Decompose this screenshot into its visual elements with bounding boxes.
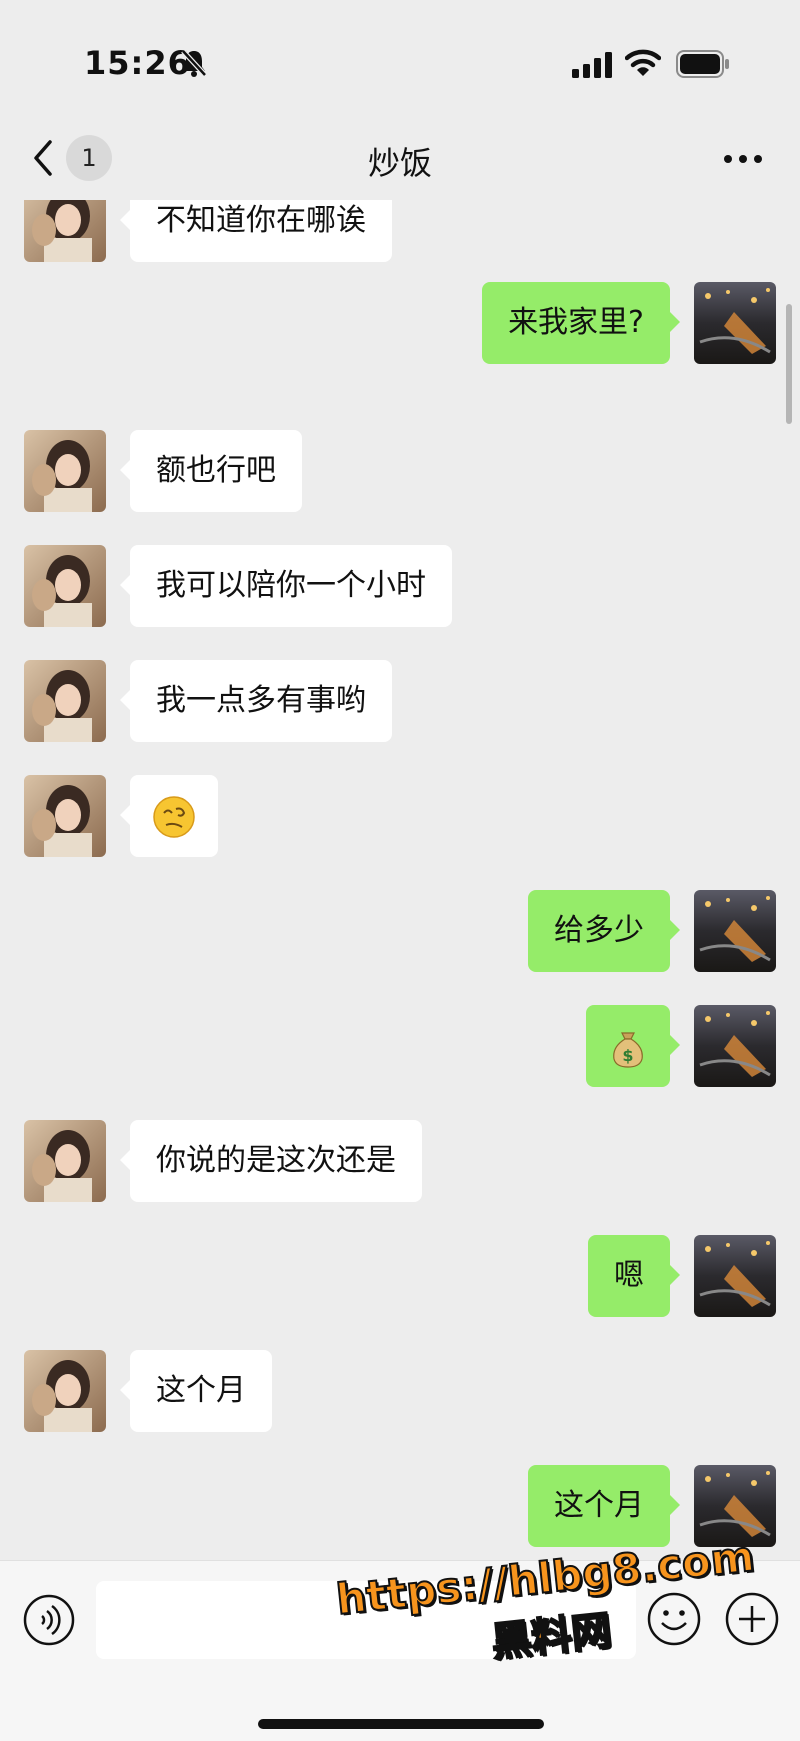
message-row: 你说的是这次还是	[0, 1120, 800, 1202]
more-icon[interactable]	[720, 144, 766, 174]
chat-message-list[interactable]: 不知道你在哪诶 来我家里? 额也行吧 我可以陪你一个小时 我一点多有事哟 给多少…	[0, 200, 800, 1560]
message-row: 我一点多有事哟	[0, 660, 800, 742]
status-time: 15:26	[84, 44, 191, 82]
dizzy-face-emoji	[153, 795, 195, 838]
nav-bar: 1 炒饭	[0, 120, 800, 200]
message-row: 额也行吧	[0, 430, 800, 512]
battery-icon	[676, 50, 729, 78]
message-bubble[interactable]: 我一点多有事哟	[120, 660, 392, 742]
message-row: 给多少	[0, 890, 800, 972]
message-bubble[interactable]: 我可以陪你一个小时	[120, 545, 452, 627]
contact-avatar[interactable]	[24, 1350, 106, 1432]
contact-avatar[interactable]	[24, 200, 106, 262]
message-bubble[interactable]: 这个月	[528, 1465, 680, 1547]
contact-avatar[interactable]	[24, 1120, 106, 1202]
message-row: $	[0, 1005, 800, 1087]
message-row: 来我家里?	[0, 282, 800, 364]
message-bubble[interactable]: 来我家里?	[482, 282, 680, 364]
message-row: 嗯	[0, 1235, 800, 1317]
message-row: 我可以陪你一个小时	[0, 545, 800, 627]
message-bubble[interactable]: 你说的是这次还是	[120, 1120, 422, 1202]
contact-avatar[interactable]	[24, 545, 106, 627]
my-avatar[interactable]	[694, 1005, 776, 1087]
message-bubble[interactable]: 这个月	[120, 1350, 272, 1432]
message-bubble[interactable]	[120, 775, 218, 857]
message-row: 不知道你在哪诶	[0, 200, 800, 262]
message-row	[0, 775, 800, 857]
contact-avatar[interactable]	[24, 775, 106, 857]
bell-slash-icon	[181, 49, 207, 77]
svg-text:$: $	[622, 1046, 633, 1065]
my-avatar[interactable]	[694, 890, 776, 972]
my-avatar[interactable]	[694, 1235, 776, 1317]
contact-avatar[interactable]	[24, 660, 106, 742]
home-indicator	[258, 1719, 544, 1729]
message-bubble[interactable]: 给多少	[528, 890, 680, 972]
wifi-icon	[625, 49, 661, 76]
my-avatar[interactable]	[694, 282, 776, 364]
money-bag-emoji: $	[613, 1031, 643, 1068]
message-bubble[interactable]: $	[586, 1005, 680, 1087]
message-bubble[interactable]: 嗯	[588, 1235, 680, 1317]
message-bubble[interactable]: 额也行吧	[120, 430, 302, 512]
scrollbar[interactable]	[786, 304, 792, 424]
message-bubble[interactable]: 不知道你在哪诶	[120, 200, 392, 262]
chat-title: 炒饭	[367, 144, 432, 182]
status-bar: 15:26	[0, 0, 800, 120]
signal-icon	[572, 52, 612, 78]
contact-avatar[interactable]	[24, 430, 106, 512]
message-row: 这个月	[0, 1350, 800, 1432]
voice-icon[interactable]	[22, 1593, 76, 1647]
